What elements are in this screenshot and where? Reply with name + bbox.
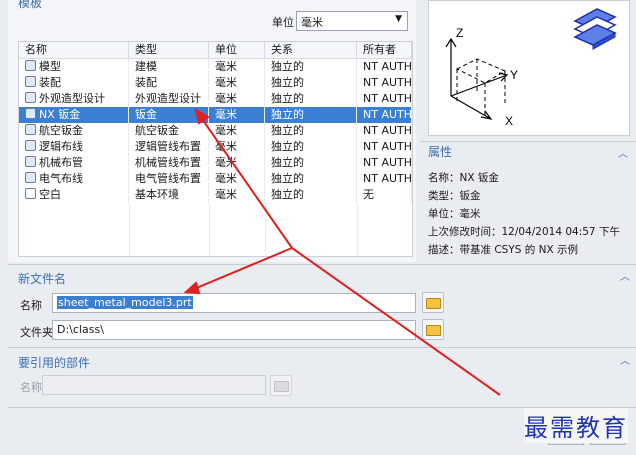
annotation-arrows — [183, 107, 501, 396]
